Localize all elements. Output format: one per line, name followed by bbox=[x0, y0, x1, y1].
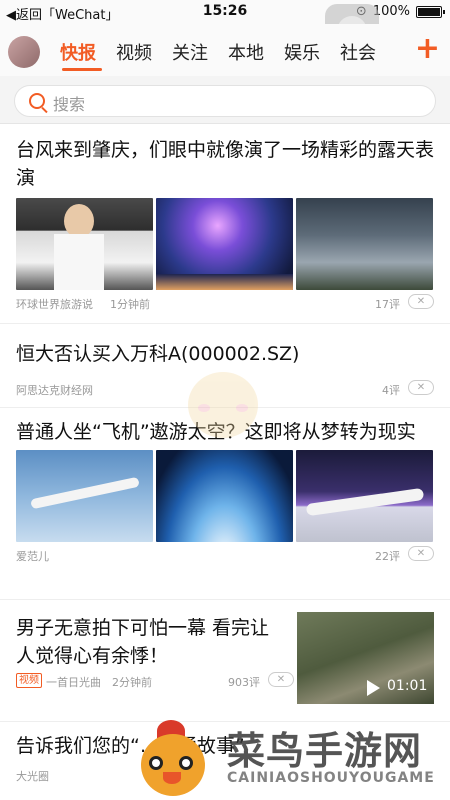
tab-fade bbox=[376, 34, 406, 70]
search-input[interactable]: 搜索 bbox=[14, 85, 436, 117]
dislike-button[interactable]: ✕ bbox=[408, 546, 434, 561]
chick-eye bbox=[179, 756, 193, 770]
article-source: 大光圈 bbox=[16, 770, 49, 783]
search-placeholder: 搜索 bbox=[53, 95, 86, 114]
list-item[interactable]: 台风来到肇庆，们眼中就像演了一场精彩的露天表演 环球世界旅游说 1分钟前 17评… bbox=[0, 124, 450, 324]
battery-icon bbox=[416, 5, 445, 18]
article-meta: 视频 一首日光曲 2分钟前 903评 ✕ bbox=[0, 670, 300, 692]
tab-follow[interactable]: 关注 bbox=[172, 39, 208, 65]
mascot-cheek bbox=[198, 404, 210, 412]
article-images bbox=[0, 450, 450, 542]
dislike-button[interactable]: ✕ bbox=[268, 672, 294, 687]
chick-logo-icon bbox=[135, 720, 215, 800]
avatar[interactable] bbox=[8, 36, 40, 68]
article-image[interactable] bbox=[16, 450, 153, 542]
article-source: 爱范儿 bbox=[16, 550, 49, 563]
article-title[interactable]: 男子无意拍下可怕一幕 看完让人觉得心有余悸！ bbox=[0, 600, 290, 670]
comment-count: 4评 bbox=[382, 384, 400, 397]
mascot-cheek bbox=[236, 404, 248, 412]
article-image[interactable] bbox=[296, 198, 433, 290]
article-image[interactable] bbox=[296, 450, 433, 542]
dislike-button[interactable]: ✕ bbox=[408, 380, 434, 395]
chick-beak bbox=[163, 772, 181, 784]
article-image[interactable] bbox=[156, 450, 293, 542]
list-item[interactable]: 男子无意拍下可怕一幕 看完让人觉得心有余悸！ 01:01 视频 一首日光曲 2分… bbox=[0, 600, 450, 722]
article-image[interactable] bbox=[16, 198, 153, 290]
video-duration: 01:01 bbox=[387, 678, 428, 694]
tab-society[interactable]: 社会 bbox=[340, 39, 376, 65]
comment-count: 903评 bbox=[228, 676, 260, 689]
play-icon bbox=[367, 680, 380, 696]
article-meta: 环球世界旅游说 1分钟前 17评 ✕ bbox=[0, 292, 450, 314]
watermark-text-cn: 菜鸟手游网 bbox=[227, 729, 423, 773]
article-source: 一首日光曲 bbox=[46, 676, 101, 689]
tab-local[interactable]: 本地 bbox=[228, 39, 264, 65]
status-bar: ◀返回「WeChat」 15:26 ⊙ 100% bbox=[0, 0, 450, 24]
chick-eye bbox=[149, 756, 163, 770]
channel-tab-bar: 快报 视频 关注 本地 娱乐 社会 + bbox=[0, 24, 450, 76]
dislike-button[interactable]: ✕ bbox=[408, 294, 434, 309]
watermark-mascot bbox=[178, 358, 268, 448]
article-images bbox=[0, 198, 450, 290]
comment-count: 17评 bbox=[375, 298, 400, 311]
watermark-logo: 菜鸟手游网 CAINIAOSHOUYOUGAME bbox=[135, 718, 441, 800]
active-tab-indicator bbox=[62, 68, 102, 71]
tab-video[interactable]: 视频 bbox=[116, 39, 152, 65]
channel-tabs: 快报 视频 关注 本地 娱乐 社会 bbox=[60, 39, 376, 65]
article-source: 环球世界旅游说 bbox=[16, 298, 93, 311]
news-feed[interactable]: 台风来到肇庆，们眼中就像演了一场精彩的露天表演 环球世界旅游说 1分钟前 17评… bbox=[0, 124, 450, 800]
article-time: 2分钟前 bbox=[112, 676, 152, 689]
plus-icon[interactable]: + bbox=[415, 34, 440, 64]
tab-kuaibao[interactable]: 快报 bbox=[60, 39, 96, 65]
tab-entertainment[interactable]: 娱乐 bbox=[284, 39, 320, 65]
article-source: 阿思达克财经网 bbox=[16, 384, 93, 397]
article-image[interactable] bbox=[156, 198, 293, 290]
video-badge: 视频 bbox=[16, 673, 42, 688]
comment-count: 22评 bbox=[375, 550, 400, 563]
article-time: 1分钟前 bbox=[110, 298, 150, 311]
search-icon bbox=[29, 93, 45, 109]
article-title[interactable]: 台风来到肇庆，们眼中就像演了一场精彩的露天表演 bbox=[0, 124, 450, 192]
article-meta: 爱范儿 22评 ✕ bbox=[0, 544, 450, 566]
video-thumbnail[interactable]: 01:01 bbox=[297, 612, 434, 704]
watermark-text-en: CAINIAOSHOUYOUGAME bbox=[227, 770, 435, 786]
search-bar: 搜索 bbox=[0, 76, 450, 124]
